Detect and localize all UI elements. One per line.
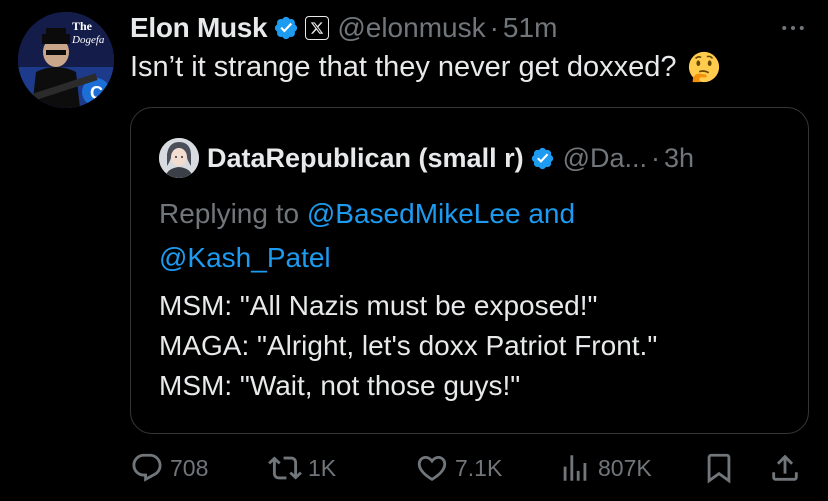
quoted-tweet-header: DataRepublican (small r) @Da... · 3h <box>159 138 694 178</box>
mention-kash-patel[interactable]: @Kash_Patel <box>159 242 331 273</box>
like-count: 7.1K <box>455 454 503 481</box>
reply-icon <box>132 453 162 482</box>
reply-button[interactable]: 708 <box>130 448 208 488</box>
reply-count: 708 <box>170 454 209 481</box>
tweet-text-content: Isn’t it strange that they never get dox… <box>130 50 677 83</box>
share-button[interactable] <box>768 448 808 488</box>
avatar-text-line1: The <box>72 19 93 33</box>
tweet-time[interactable]: 51m <box>503 12 557 44</box>
author-handle[interactable]: @elonmusk <box>337 12 485 44</box>
quoted-verified-badge-icon <box>530 146 555 171</box>
quoted-author-name[interactable]: DataRepublican (small r) <box>207 143 524 174</box>
replying-prefix: Replying to <box>159 198 300 229</box>
quoted-author-handle[interactable]: @Da... <box>563 143 647 174</box>
views-count: 807K <box>598 454 652 481</box>
more-options-icon[interactable] <box>778 8 808 48</box>
tweet-text: Isn’t it strange that they never get dox… <box>130 50 721 84</box>
tweet-header: Elon Musk @elonmusk · 51m <box>130 8 808 48</box>
replying-conjunction: and <box>528 198 576 229</box>
quoted-line: MSM: "All Nazis must be exposed!" <box>159 290 598 321</box>
separator-dot: · <box>489 12 499 43</box>
quoted-separator-dot: · <box>651 142 661 173</box>
action-bar: 708 1K 7.1K 807K <box>130 448 810 488</box>
avatar-image: C The Dogefa <box>18 12 114 108</box>
x-affiliation-icon <box>305 16 330 40</box>
views-icon <box>563 455 587 481</box>
bookmark-icon <box>707 453 731 484</box>
svg-text:C: C <box>90 83 103 103</box>
thinking-face-icon <box>687 50 721 84</box>
quoted-tweet-body: MSM: "All Nazis must be exposed!" MAGA: … <box>159 286 657 406</box>
repost-icon <box>268 456 302 480</box>
heart-icon <box>417 455 447 481</box>
quoted-author-avatar[interactable] <box>159 138 199 178</box>
quoted-tweet-card[interactable]: DataRepublican (small r) @Da... · 3h Rep… <box>130 107 809 434</box>
like-button[interactable]: 7.1K <box>415 448 502 488</box>
quoted-line: MSM: "Wait, not those guys!" <box>159 370 521 401</box>
quoted-line: MAGA: "Alright, let's doxx Patriot Front… <box>159 330 658 361</box>
author-name[interactable]: Elon Musk <box>130 12 268 44</box>
author-avatar[interactable]: C The Dogefa <box>18 12 114 108</box>
verified-badge-icon <box>273 15 299 41</box>
share-icon <box>772 454 798 481</box>
repost-count: 1K <box>308 454 337 481</box>
repost-button[interactable]: 1K <box>268 448 336 488</box>
mention-basedmikelee[interactable]: @BasedMikeLee <box>307 198 521 229</box>
quoted-tweet-time[interactable]: 3h <box>664 143 694 174</box>
bookmark-button[interactable] <box>702 448 742 488</box>
replying-to: Replying to @BasedMikeLee and @Kash_Pate… <box>159 192 575 280</box>
quoted-avatar-image <box>159 138 199 178</box>
avatar-text-line2: Dogefa <box>71 34 105 46</box>
views-button[interactable]: 807K <box>558 448 652 488</box>
